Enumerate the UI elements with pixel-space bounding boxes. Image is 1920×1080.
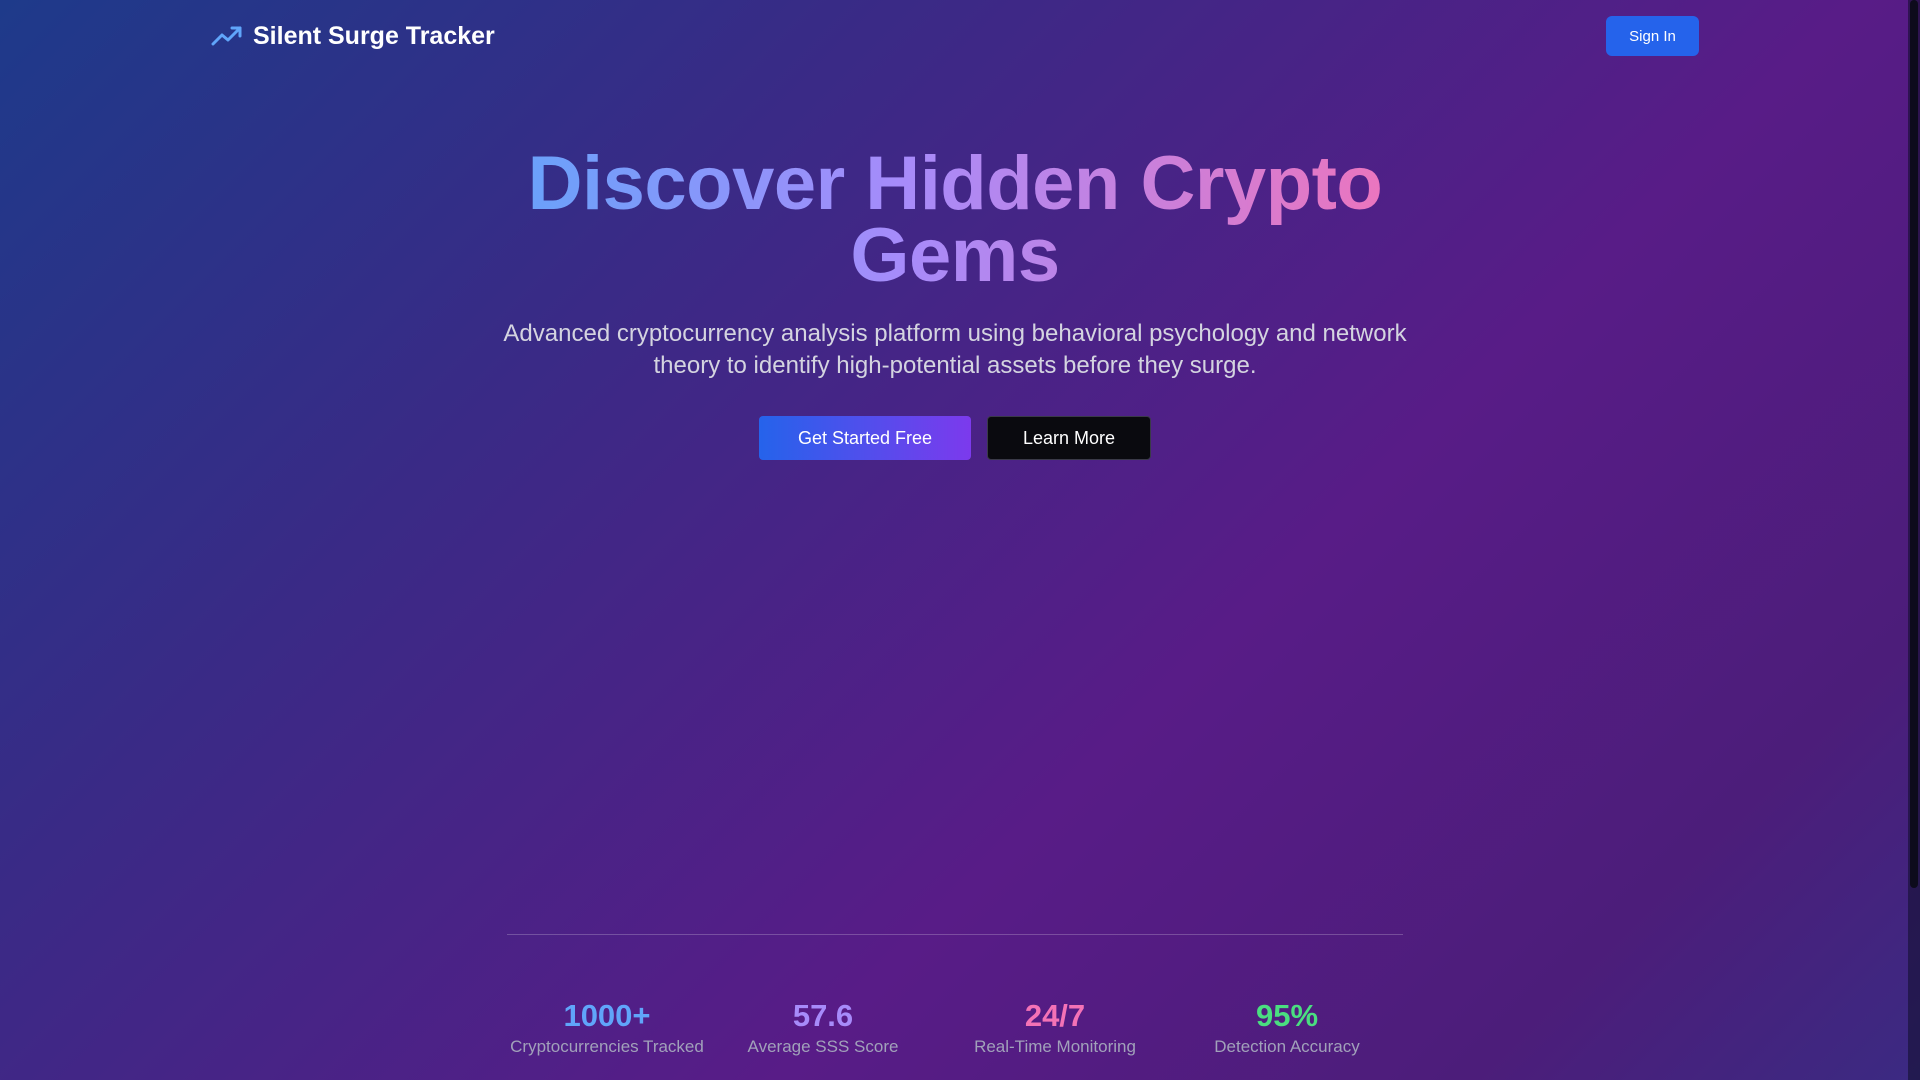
landing-page: Silent Surge Tracker Sign In Discover Hi… bbox=[0, 0, 1920, 1080]
stat-value: 24/7 bbox=[1024, 998, 1086, 1033]
stat-value: 95% bbox=[1255, 998, 1319, 1033]
brand-name: Silent Surge Tracker bbox=[253, 21, 495, 50]
stat-value: 57.6 bbox=[792, 998, 854, 1033]
top-header: Silent Surge Tracker Sign In bbox=[0, 0, 1908, 72]
sign-in-button[interactable]: Sign In bbox=[1606, 16, 1699, 56]
trending-up-icon bbox=[211, 24, 243, 48]
stat-label: Cryptocurrencies Tracked bbox=[510, 1037, 704, 1056]
learn-more-button[interactable]: Learn More bbox=[987, 416, 1151, 460]
stat-cryptocurrencies-tracked: 1000+ Cryptocurrencies Tracked bbox=[507, 996, 707, 1058]
stat-label: Detection Accuracy bbox=[1214, 1037, 1360, 1056]
brand-logo-link[interactable]: Silent Surge Tracker bbox=[211, 16, 495, 56]
stat-label: Real-Time Monitoring bbox=[974, 1037, 1136, 1056]
stats-row: 1000+ Cryptocurrencies Tracked 57.6 Aver… bbox=[507, 996, 1403, 1058]
stat-detection-accuracy: 95% Detection Accuracy bbox=[1171, 996, 1403, 1058]
section-divider bbox=[507, 934, 1403, 935]
cta-button-group: Get Started Free Learn More bbox=[0, 416, 1910, 460]
hero-subtitle: Advanced cryptocurrency analysis platfor… bbox=[503, 320, 1407, 379]
page-scrollbar[interactable] bbox=[1908, 0, 1920, 1080]
stat-value: 1000+ bbox=[563, 998, 651, 1033]
stat-real-time-monitoring: 24/7 Real-Time Monitoring bbox=[939, 996, 1171, 1058]
scrollbar-thumb[interactable] bbox=[1910, 0, 1918, 888]
hero-title: Discover Hidden Crypto Gems bbox=[460, 146, 1450, 294]
stat-average-sss-score: 57.6 Average SSS Score bbox=[707, 996, 939, 1058]
stat-label: Average SSS Score bbox=[747, 1037, 899, 1056]
get-started-button[interactable]: Get Started Free bbox=[759, 416, 971, 460]
